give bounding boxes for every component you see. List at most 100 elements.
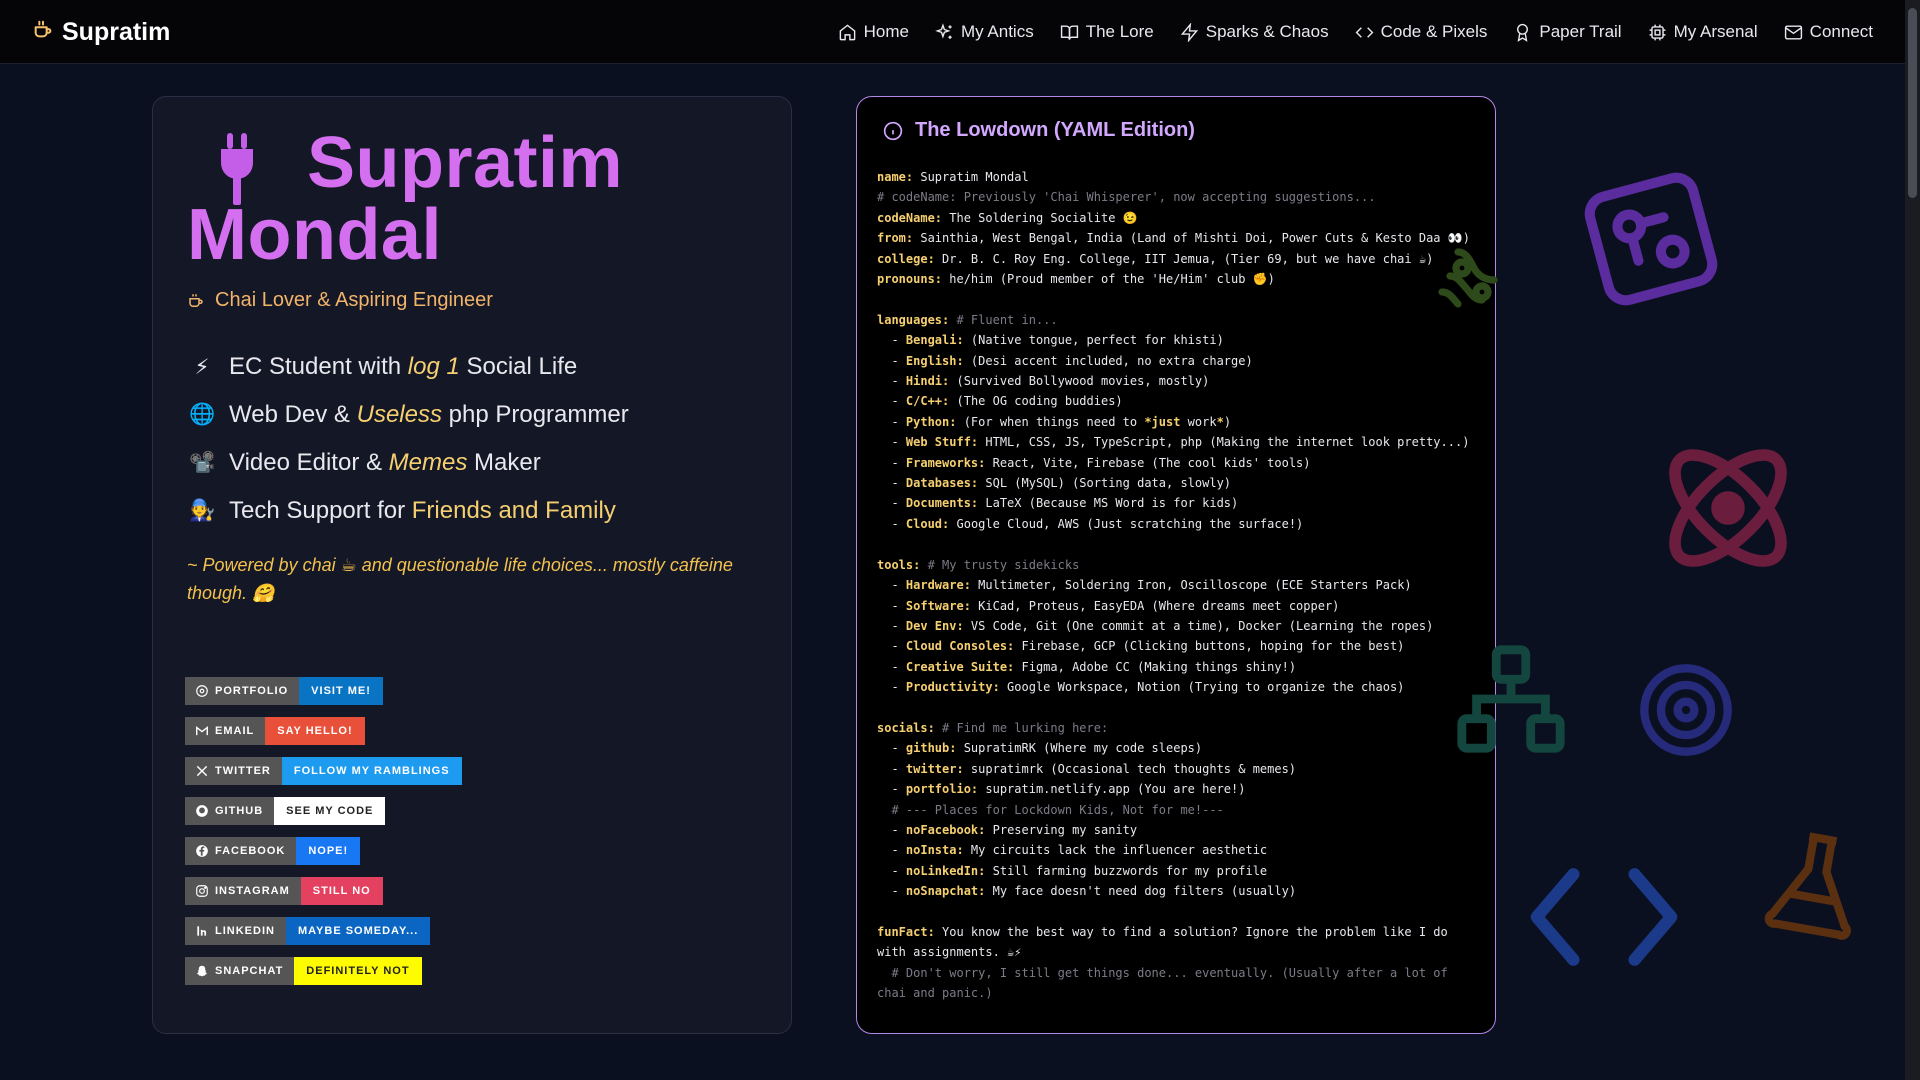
yaml-key: Databases: [905,476,979,491]
scrollbar[interactable] [1905,0,1920,1080]
yaml-value: Multimeter, Soldering Iron, Oscilloscope… [970,578,1412,593]
award-icon [1517,23,1529,42]
badge-linkedin[interactable]: LINKEDIN MAYBE SOMEDAY... [185,917,462,945]
yaml-code-block: name: Supratim Mondal # codeName: Previou… [877,167,1477,1004]
badge-email[interactable]: EMAIL SAY HELLO! [185,717,462,745]
yaml-line: - noInsta: My circuits lack the influenc… [877,840,1477,860]
yaml-key: college: [877,251,935,266]
yaml-key: portfolio: [905,782,979,797]
nav-sparks-chaos-label: Sparks & Chaos [1205,22,1329,41]
nav-the-lore[interactable]: The Lore [1060,22,1154,42]
nav-home[interactable]: Home [838,22,909,42]
nav-paper-trail[interactable]: Paper Trail [1513,22,1622,42]
yaml-line: - noLinkedIn: Still farming buzzwords fo… [877,861,1477,881]
badge-value: DEFINITELY NOT [294,957,422,985]
bullet-item: 📽️ Video Editor & Memes Maker [189,439,629,487]
nav-my-arsenal[interactable]: My Arsenal [1648,22,1758,42]
yaml-value: Supratim Mondal [913,170,1029,184]
yaml-indent: - [877,353,906,368]
yaml-line: - Dev Env: VS Code, Git (One commit at a… [877,616,1477,636]
badge-portfolio[interactable]: PORTFOLIO VISIT ME! [185,677,462,705]
nav-the-lore-label: The Lore [1085,22,1154,41]
instagram-icon [196,885,208,897]
yaml-indent: - [877,578,906,593]
nav-links: Home My Antics The Lore Sparks & Chaos C… [838,0,1873,64]
yaml-key: Software: [905,598,971,613]
badge-label-text: EMAIL [215,725,255,737]
yaml-comment: # Find me lurking here: [934,720,1109,735]
bullet-highlight: log 1 [407,353,460,380]
badge-facebook[interactable]: FACEBOOK NOPE! [185,837,462,865]
yaml-line: - twitter: supratimrk (Occasional tech t… [877,759,1477,779]
nav-sparks-chaos[interactable]: Sparks & Chaos [1180,22,1329,42]
lightning-icon: ⚡ [194,355,210,379]
yaml-indent: - [877,843,906,858]
yaml-value: HTML, CSS, JS, TypeScript, php (Making t… [978,435,1470,450]
yaml-line: # codeName: Previously 'Chai Whisperer',… [877,187,1477,207]
badge-snapchat[interactable]: SNAPCHAT DEFINITELY NOT [185,957,462,985]
brand-name: Supratim [62,18,171,46]
yaml-line: - Web Stuff: HTML, CSS, JS, TypeScript, … [877,432,1477,452]
badge-label: PORTFOLIO [185,677,300,705]
mail-icon [1784,24,1802,40]
yaml-indent: - [877,598,906,613]
brand-logo[interactable]: Supratim [32,18,170,47]
flask-icon [1764,832,1851,940]
yaml-key: Cloud: [905,516,950,531]
nav-connect[interactable]: Connect [1784,22,1873,42]
yaml-key: funFact: [877,924,935,939]
nav-my-antics[interactable]: My Antics [935,22,1034,42]
badge-github[interactable]: GITHUB SEE MY CODE [185,797,462,825]
yaml-key: Frameworks: [905,455,986,470]
yaml-value: supratimrk (Occasional tech thoughts & m… [963,761,1297,776]
badge-twitter[interactable]: TWITTER FOLLOW MY RAMBLINGS [185,757,462,785]
scrollbar-thumb[interactable] [1908,8,1917,198]
nav-code-pixels-label: Code & Pixels [1380,22,1488,41]
yaml-key: C/C++: [905,394,950,409]
top-navbar: Supratim Home My Antics The Lore Sparks … [0,0,1905,64]
yaml-value: (Native tongue, perfect for khisti) [963,333,1224,348]
yaml-line: codeName: The Soldering Socialite 😉 [877,208,1477,228]
bullet-post: Maker [467,449,541,476]
yaml-key: from: [877,231,914,246]
yaml-value: Dr. B. C. Roy Eng. College, IIT Jemua, (… [934,251,1434,266]
yaml-indent: - [877,761,906,776]
yaml-line: - Documents: LaTeX (Because MS Word is f… [877,493,1477,513]
yaml-line: - Python: (For when things need to *just… [877,412,1477,432]
nav-code-pixels[interactable]: Code & Pixels [1355,22,1488,42]
badge-value: NOPE! [296,837,361,865]
yaml-value: supratim.netlify.app (You are here!) [978,782,1246,797]
sparkles-icon [935,22,952,39]
network-icon [1457,645,1565,753]
badge-label: FACEBOOK [185,837,297,865]
yaml-key: twitter: [905,761,964,776]
linkedin-icon [197,926,207,936]
yaml-key: English: [905,353,964,368]
badge-instagram[interactable]: INSTAGRAM STILL NO [185,877,462,905]
yaml-indent: - [877,659,906,674]
yaml-value: ) [1223,414,1232,429]
yaml-line: - Hindi: (Survived Bollywood movies, mos… [877,371,1477,391]
yaml-line: tools: # My trusty sidekicks [877,555,1477,575]
yaml-indent: - [877,884,906,899]
yaml-value: VS Code, Git (One commit at a time), Doc… [963,618,1434,633]
hero-name: Supratim Mondal [187,127,747,271]
bullet-text: Tech Support for Friends and Family [229,497,616,525]
yaml-key: Web Stuff: [905,435,979,450]
yaml-line [877,289,1477,309]
intro-card: Supratim Mondal Chai Lover & Aspiring En… [152,96,792,1034]
badge-value: SEE MY CODE [274,797,386,825]
yaml-value: You know the best way to find a solution… [877,924,1455,960]
bullet-item: ⚡ EC Student with log 1 Social Life [189,343,629,391]
yaml-line: # --- Places for Lockdown Kids, Not for … [877,800,1477,820]
nav-connect-label: Connect [1809,22,1873,41]
yaml-key: socials: [877,720,935,735]
yaml-comment: # Fluent in... [949,312,1058,327]
hero-subtitle-text: Chai Lover & Aspiring Engineer [215,289,493,311]
yaml-line: - Cloud Consoles: Firebase, GCP (Clickin… [877,636,1477,656]
yaml-key: name: [877,170,914,184]
badge-label-text: INSTAGRAM [215,885,290,897]
code-brackets-icon [1530,868,1678,966]
yaml-indent: - [877,782,906,797]
yaml-line: languages: # Fluent in... [877,310,1477,330]
